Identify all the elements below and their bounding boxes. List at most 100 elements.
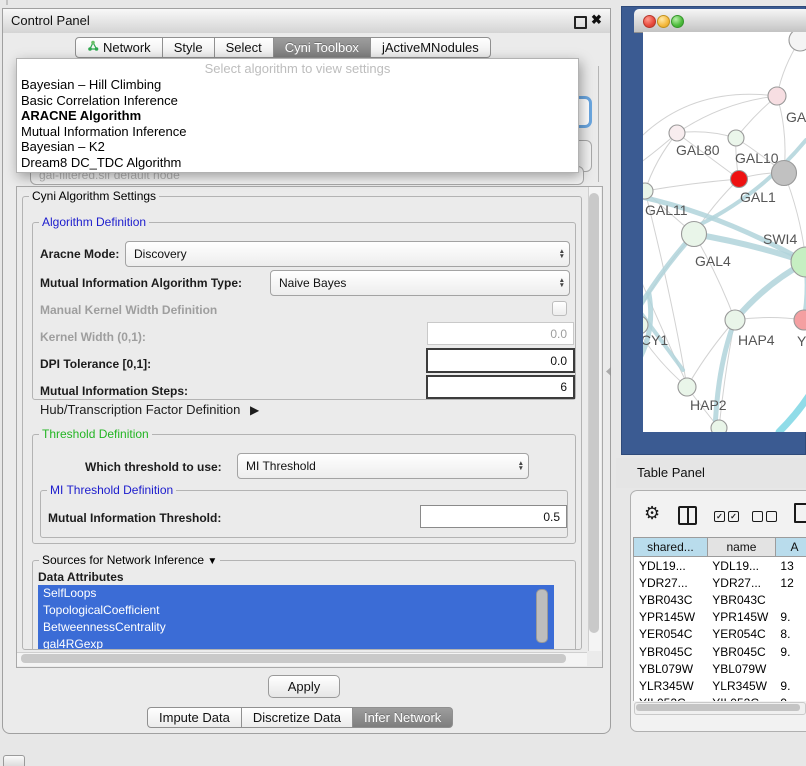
network-node[interactable] — [731, 171, 748, 188]
table-horizontal-scrollbar-thumb[interactable] — [636, 704, 800, 711]
network-edge[interactable] — [645, 179, 739, 191]
hub-section-toggle[interactable]: Hub/Transcription Factor Definition ▶ — [40, 402, 259, 417]
aracne-mode-combobox[interactable]: Discovery ▲▼ — [125, 241, 570, 267]
tab-network[interactable]: Network — [75, 37, 163, 58]
table-row[interactable]: YBR045CYBR045C9. — [634, 643, 806, 660]
threshold-definition-title: Threshold Definition — [39, 427, 152, 441]
data-attribute-item[interactable]: TopologicalCoefficient — [38, 602, 554, 619]
manual-kernel-checkbox[interactable] — [552, 301, 567, 316]
combo-arrows-icon: ▲▼ — [518, 461, 524, 471]
document-icon[interactable] — [794, 503, 806, 523]
tab-discretize-data[interactable]: Discretize Data — [242, 707, 353, 728]
algorithm-dropdown-popup: Select algorithm to view settings Bayesi… — [16, 58, 579, 173]
algorithm-option-aracne-algorithm[interactable]: ARACNE Algorithm — [17, 108, 578, 124]
mi-threshold-group-title: MI Threshold Definition — [47, 483, 176, 497]
network-icon — [87, 40, 99, 55]
table-row[interactable]: YBL079WYBL079W — [634, 660, 806, 677]
close-panel-icon[interactable]: ✖ — [591, 12, 602, 28]
network-node[interactable] — [794, 310, 806, 330]
split-columns-icon[interactable] — [678, 506, 697, 525]
network-node[interactable] — [728, 130, 744, 146]
mi-type-combobox[interactable]: Naive Bayes ▲▼ — [270, 270, 570, 296]
table-row[interactable]: YLR345WYLR345W9. — [634, 677, 806, 694]
table-cell: 12 — [775, 574, 806, 591]
table-row[interactable]: YIL052CYIL052C9 — [634, 695, 806, 702]
table-cell: 9 — [775, 695, 806, 702]
node-label: GAL4 — [695, 253, 731, 269]
table-cell: YBR043C — [634, 591, 707, 608]
network-node[interactable] — [711, 420, 727, 432]
network-edge[interactable] — [677, 96, 777, 133]
table-cell: YER054C — [707, 626, 775, 643]
mi-type-value: Naive Bayes — [271, 276, 346, 290]
combo-arrows-icon: ▲▼ — [559, 278, 565, 288]
zoom-window-icon[interactable] — [671, 15, 684, 28]
table-cell: YDR27... — [634, 574, 707, 591]
algorithm-option-bayesian-hill-climbing[interactable]: Bayesian – Hill Climbing — [17, 77, 578, 93]
network-edge[interactable] — [677, 132, 736, 138]
table-cell: 13 — [775, 557, 806, 574]
network-edge[interactable] — [645, 133, 677, 191]
close-window-icon[interactable] — [643, 15, 656, 28]
network-edge[interactable] — [779, 386, 806, 432]
column-header-name[interactable]: name — [708, 537, 776, 557]
gear-icon[interactable]: ⚙ — [644, 503, 660, 524]
network-node[interactable] — [678, 378, 696, 396]
network-node[interactable] — [725, 310, 745, 330]
mi-threshold-field[interactable]: 0.5 — [420, 505, 567, 528]
column-header-shared[interactable]: shared... — [633, 537, 708, 557]
table-cell: 8. — [775, 626, 806, 643]
kernel-width-field[interactable]: 0.0 — [427, 322, 574, 345]
network-node[interactable] — [768, 87, 786, 105]
column-header-a[interactable]: A — [776, 537, 806, 557]
network-node[interactable] — [789, 32, 806, 51]
node-label: GAL1 — [740, 189, 776, 205]
data-attribute-item[interactable]: SelfLoops — [38, 585, 554, 602]
table-row[interactable]: YBR043CYBR043C — [634, 591, 806, 608]
apply-button[interactable]: Apply — [268, 675, 340, 698]
tab-cyni-toolbox[interactable]: Cyni Toolbox — [274, 37, 371, 58]
algorithm-option-basic-correlation-inference[interactable]: Basic Correlation Inference — [17, 93, 578, 109]
mi-steps-field[interactable]: 6 — [426, 375, 575, 399]
control-panel-titlebar[interactable]: Control Panel ✖ — [2, 8, 611, 34]
settings-horizontal-scrollbar-thumb[interactable] — [21, 654, 566, 663]
table-cell: YPR145W — [634, 609, 707, 626]
network-canvas[interactable]: GALGAL80GAL10GAL1GAL11GAL4SWI4GCY1HAP4YH… — [643, 32, 806, 432]
data-attribute-item[interactable]: BetweennessCentrality — [38, 619, 554, 636]
table-row[interactable]: YPR145WYPR145W9. — [634, 609, 806, 626]
tab-impute-data[interactable]: Impute Data — [147, 707, 242, 728]
tab-infer-network[interactable]: Infer Network — [353, 707, 453, 728]
float-panel-icon[interactable] — [574, 16, 587, 29]
table-panel-titlebar: Table Panel — [616, 458, 806, 488]
tab-label: Network — [103, 40, 151, 55]
collapsed-panel-icon[interactable] — [3, 755, 25, 766]
select-all-columns-icon[interactable]: ✓✓ — [714, 511, 739, 522]
table-cell — [775, 591, 806, 608]
minimize-window-icon[interactable] — [657, 15, 670, 28]
network-node[interactable] — [669, 125, 685, 141]
network-window-titlebar[interactable] — [634, 9, 806, 33]
table-row[interactable]: YDR27...YDR27...12 — [634, 574, 806, 591]
data-attribute-item[interactable]: gal4RGexp — [38, 636, 554, 649]
which-threshold-combobox[interactable]: MI Threshold ▲▼ — [237, 453, 529, 479]
tab-jactivemnodules[interactable]: jActiveMNodules — [371, 37, 491, 58]
mi-threshold-label: Mutual Information Threshold: — [48, 511, 221, 525]
algorithm-option-dream8-dc-tdc-algorithm[interactable]: Dream8 DC_TDC Algorithm — [17, 155, 578, 171]
tab-select[interactable]: Select — [215, 37, 274, 58]
algorithm-option-mutual-information-inference[interactable]: Mutual Information Inference — [17, 124, 578, 140]
table-row[interactable]: YDL19...YDL19...13 — [634, 557, 806, 574]
network-node[interactable] — [682, 222, 707, 247]
network-edge[interactable] — [694, 234, 735, 320]
expanded-triangle-icon[interactable]: ▼ — [207, 556, 217, 567]
settings-vertical-scrollbar-thumb[interactable] — [589, 193, 599, 633]
dpi-tolerance-value: 0.0 — [550, 354, 567, 368]
network-edge[interactable] — [687, 320, 735, 387]
algorithm-placeholder: Select algorithm to view settings — [17, 59, 578, 77]
table-cell: 9. — [775, 643, 806, 660]
dpi-tolerance-field[interactable]: 0.0 — [426, 348, 575, 373]
attributes-scrollbar-thumb[interactable] — [536, 589, 548, 643]
algorithm-option-bayesian-k2[interactable]: Bayesian – K2 — [17, 139, 578, 155]
table-row[interactable]: YER054CYER054C8. — [634, 626, 806, 643]
tab-style[interactable]: Style — [163, 37, 215, 58]
deselect-all-columns-icon[interactable] — [752, 511, 777, 522]
